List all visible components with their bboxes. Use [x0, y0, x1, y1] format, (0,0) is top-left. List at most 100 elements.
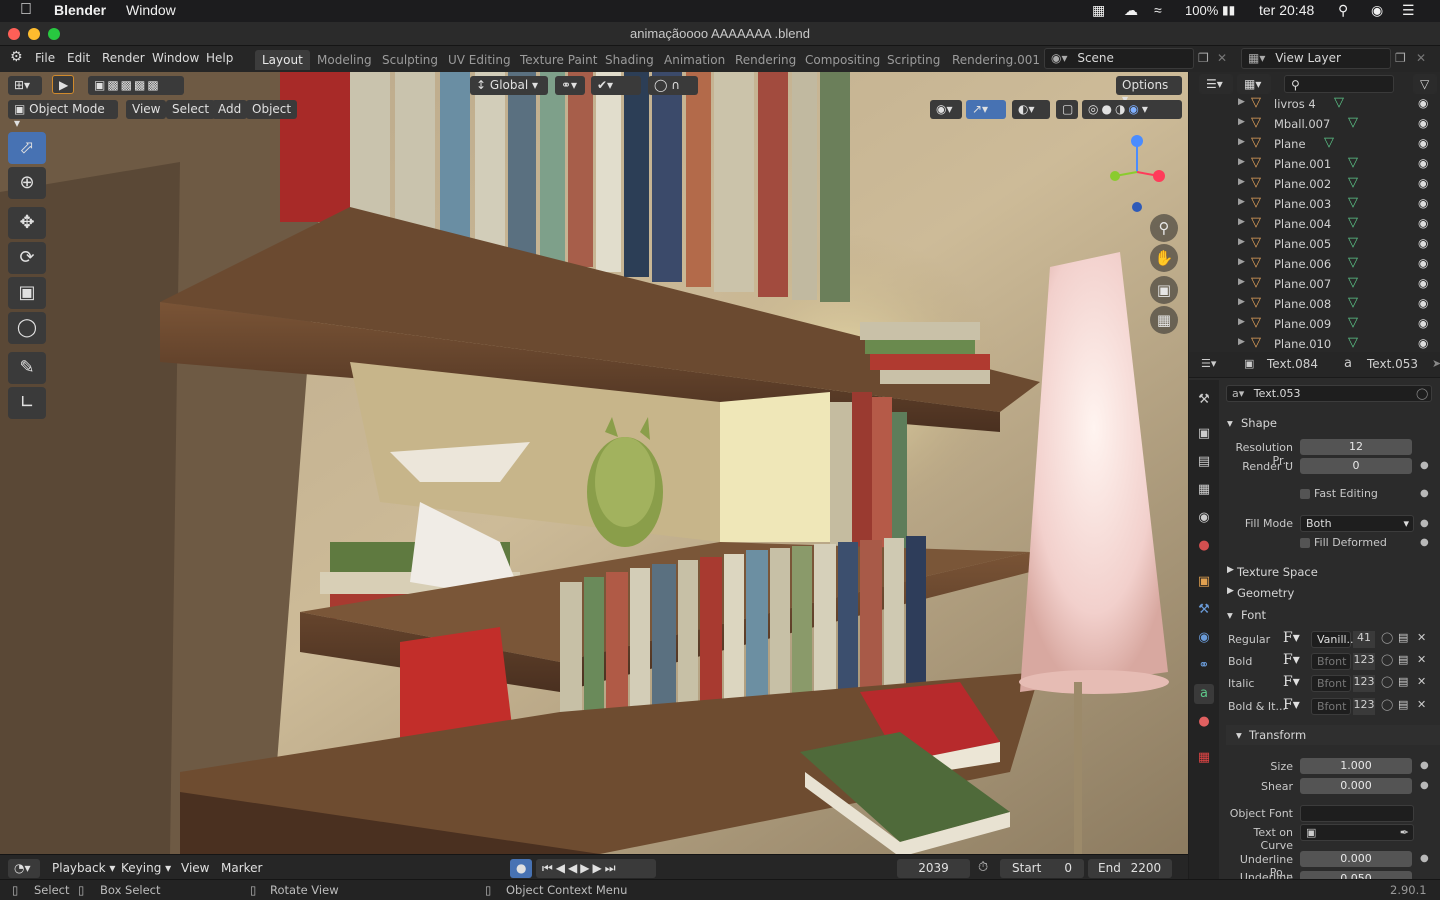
- tab-modeling[interactable]: Modeling: [310, 50, 379, 70]
- blender-logo-icon[interactable]: ⚙: [10, 49, 23, 65]
- expand-arrow-icon[interactable]: ▶: [1238, 217, 1245, 227]
- menu-render[interactable]: Render: [102, 51, 145, 65]
- view-layer-tab-icon[interactable]: ▦: [1194, 480, 1214, 500]
- font-name-field[interactable]: Bfont: [1311, 675, 1351, 692]
- select-mode-icon[interactable]: ▶: [52, 75, 74, 94]
- menu-add[interactable]: Add: [212, 100, 248, 119]
- stopwatch-icon[interactable]: ⏱: [978, 860, 988, 875]
- expand-arrow-icon[interactable]: ▶: [1238, 97, 1245, 107]
- outliner-row[interactable]: ▶ ▽ Plane.007 ▽ ◉: [1189, 274, 1440, 294]
- wifi-icon[interactable]: ≈: [1154, 2, 1162, 18]
- font-users-count[interactable]: 123: [1353, 653, 1375, 670]
- geometry-section-header[interactable]: ▶ Geometry: [1219, 583, 1440, 603]
- tab-uv-editing[interactable]: UV Editing: [441, 50, 518, 70]
- outliner-row[interactable]: ▶ ▽ Plane ▽ ◉: [1189, 134, 1440, 154]
- shading-mode-icons[interactable]: ◎●◑◉▾: [1082, 100, 1182, 119]
- eye-icon[interactable]: ◉: [1418, 116, 1428, 130]
- open-folder-icon[interactable]: ▤: [1398, 675, 1408, 688]
- tab-sculpting[interactable]: Sculpting: [375, 50, 445, 70]
- transform-orientation-select[interactable]: ↕ Global ▾: [470, 76, 548, 95]
- fast-editing-checkbox[interactable]: [1300, 489, 1310, 499]
- pan-hand-icon[interactable]: ✋: [1150, 244, 1178, 272]
- start-frame-field[interactable]: Start 0: [1000, 859, 1084, 878]
- record-icon[interactable]: ●: [510, 859, 532, 878]
- object-tab-icon[interactable]: ▣: [1194, 572, 1214, 592]
- font-name-field[interactable]: Bfont: [1311, 653, 1351, 670]
- pin-icon[interactable]: ➤: [1432, 357, 1440, 370]
- tab-rendering-001[interactable]: Rendering.001: [945, 50, 1047, 70]
- gizmo-icon[interactable]: ↗▾: [966, 100, 1006, 119]
- animate-dot-icon[interactable]: ●: [1420, 537, 1429, 548]
- expand-arrow-icon[interactable]: ▶: [1238, 277, 1245, 287]
- shear-field[interactable]: 0.000: [1300, 778, 1412, 794]
- size-field[interactable]: 1.000: [1300, 758, 1412, 774]
- unlink-icon[interactable]: ✕: [1417, 653, 1426, 666]
- cloud-icon[interactable]: ☁: [1124, 2, 1138, 19]
- new-view-layer-icon[interactable]: ❐: [1395, 51, 1406, 65]
- current-frame-field[interactable]: 2039: [897, 859, 970, 878]
- tab-shading[interactable]: Shading: [598, 50, 661, 70]
- outliner-row[interactable]: ▶ ▽ Plane.010 ▽ ◉: [1189, 334, 1440, 352]
- animate-dot-icon[interactable]: ●: [1420, 488, 1429, 499]
- fill-mode-select[interactable]: Both ▾: [1300, 515, 1414, 532]
- expand-arrow-icon[interactable]: ▶: [1238, 117, 1245, 127]
- animate-dot-icon[interactable]: ●: [1420, 460, 1429, 471]
- unlink-icon[interactable]: ✕: [1417, 698, 1426, 711]
- expand-arrow-icon[interactable]: ▶: [1238, 237, 1245, 247]
- eye-icon[interactable]: ◉: [1418, 216, 1428, 230]
- menu-file[interactable]: File: [35, 51, 55, 65]
- text-datablock-field[interactable]: a▾ Text.053: [1226, 385, 1432, 402]
- options-button[interactable]: Options ▾: [1116, 76, 1182, 106]
- menu-window[interactable]: Window: [152, 51, 199, 65]
- camera-view-icon[interactable]: ▣: [1150, 276, 1178, 304]
- physics-tab-icon[interactable]: ◉: [1194, 628, 1214, 648]
- apple-icon[interactable]: : [20, 1, 32, 19]
- transform-subpanel-header[interactable]: ▾ Transform: [1226, 725, 1440, 745]
- font-users-count[interactable]: 123: [1353, 675, 1375, 692]
- proportional-edit-icon[interactable]: ◯ ∩: [648, 76, 698, 95]
- outliner-row[interactable]: ▶ ▽ Plane.005 ▽ ◉: [1189, 234, 1440, 254]
- world-tab-icon[interactable]: ●: [1194, 536, 1214, 556]
- visibility-icon[interactable]: ◉▾: [930, 100, 962, 119]
- outliner-search-input[interactable]: ⚲: [1284, 75, 1394, 93]
- eye-icon[interactable]: ◉: [1418, 196, 1428, 210]
- outliner-editor-type-icon[interactable]: ☰▾: [1199, 74, 1233, 94]
- blender-status-icon[interactable]: ▦: [1092, 2, 1105, 19]
- move-tool-icon[interactable]: ✥: [8, 207, 46, 239]
- marker-menu[interactable]: Marker: [215, 859, 268, 878]
- font-icon[interactable]: F▾: [1283, 630, 1300, 646]
- outliner-row[interactable]: ▶ ▽ Plane.001 ▽ ◉: [1189, 154, 1440, 174]
- properties-editor-type-icon[interactable]: ☰▾: [1201, 357, 1216, 370]
- perspective-grid-icon[interactable]: ▦: [1150, 306, 1178, 334]
- font-icon[interactable]: F▾: [1283, 697, 1300, 713]
- menu-view[interactable]: View: [126, 100, 167, 119]
- font-users-count[interactable]: 123: [1353, 698, 1375, 715]
- eye-icon[interactable]: ◉: [1418, 276, 1428, 290]
- select-box-tool-icon[interactable]: ⬀: [8, 132, 46, 164]
- display-mode-icon[interactable]: ▦▾: [1237, 74, 1271, 94]
- playback-menu[interactable]: Playback ▾: [46, 859, 121, 878]
- scene-selector[interactable]: ◉▾ Scene: [1044, 48, 1194, 69]
- keying-menu[interactable]: Keying ▾: [115, 859, 177, 878]
- eye-icon[interactable]: ◉: [1418, 156, 1428, 170]
- timeline-view-menu[interactable]: View: [175, 859, 215, 878]
- fake-user-icon[interactable]: ◯: [1381, 653, 1393, 666]
- playback-controls[interactable]: ⏮◀◀▶▶⏭: [536, 859, 656, 878]
- open-folder-icon[interactable]: ▤: [1398, 653, 1408, 666]
- tab-compositing[interactable]: Compositing: [798, 50, 887, 70]
- font-icon[interactable]: F▾: [1283, 652, 1300, 668]
- fake-user-icon[interactable]: ◯: [1416, 387, 1428, 400]
- outliner-row[interactable]: ▶ ▽ Plane.004 ▽ ◉: [1189, 214, 1440, 234]
- tool-tab-icon[interactable]: ⚒: [1194, 390, 1214, 410]
- eye-icon[interactable]: ◉: [1418, 96, 1428, 110]
- expand-arrow-icon[interactable]: ▶: [1238, 177, 1245, 187]
- zoom-icon[interactable]: ⚲: [1150, 214, 1178, 242]
- unlink-icon[interactable]: ✕: [1417, 631, 1426, 644]
- menu-select[interactable]: Select: [166, 100, 216, 119]
- siri-icon[interactable]: ◉: [1371, 2, 1383, 19]
- animate-dot-icon[interactable]: ●: [1420, 518, 1429, 529]
- tab-layout[interactable]: Layout: [255, 50, 310, 70]
- eye-icon[interactable]: ◉: [1418, 316, 1428, 330]
- eye-icon[interactable]: ◉: [1418, 236, 1428, 250]
- eye-icon[interactable]: ◉: [1418, 336, 1428, 350]
